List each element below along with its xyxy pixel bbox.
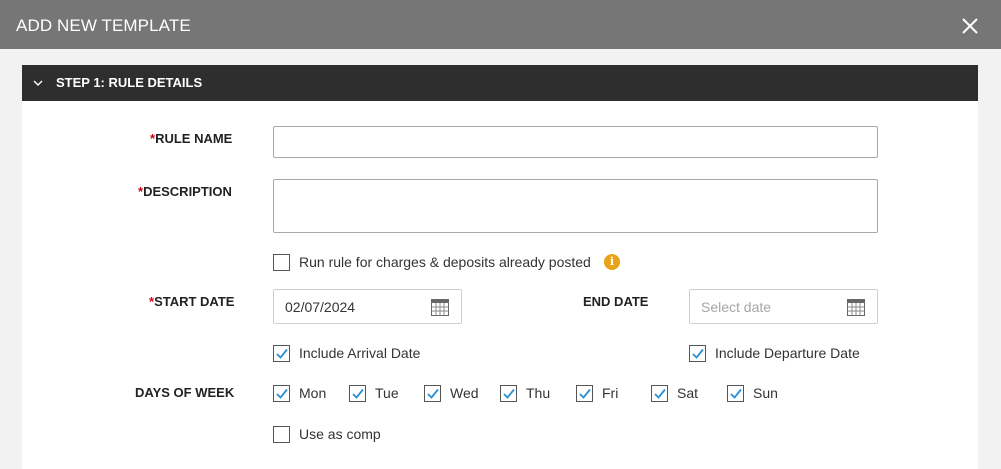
day-sun[interactable]: Sun (727, 384, 778, 402)
day-wed[interactable]: Wed (424, 384, 479, 402)
checkmark-icon (730, 388, 742, 399)
day-tue-checkbox[interactable] (349, 384, 366, 402)
rule-name-input[interactable] (273, 126, 878, 158)
use-as-comp-label: Use as comp (299, 426, 381, 442)
day-sat[interactable]: Sat (651, 384, 698, 402)
use-as-comp-checkbox[interactable] (273, 425, 290, 443)
checkmark-icon (579, 388, 591, 399)
step-1-title: STEP 1: RULE DETAILS (56, 75, 203, 90)
calendar-icon[interactable] (431, 298, 449, 316)
days-of-week-label: DAYS OF WEEK (135, 385, 235, 400)
run-rule-label: Run rule for charges & deposits already … (299, 254, 591, 270)
rule-name-label-text: RULE NAME (155, 131, 233, 146)
modal-title: ADD NEW TEMPLATE (16, 16, 191, 35)
day-thu-checkbox[interactable] (500, 384, 517, 402)
end-date-input[interactable]: Select date (689, 289, 878, 324)
include-arrival-label: Include Arrival Date (299, 345, 421, 361)
description-label: *DESCRIPTION (138, 184, 232, 199)
checkmark-icon (352, 388, 364, 399)
checkmark-icon (503, 388, 515, 399)
description-textarea[interactable] (273, 179, 878, 233)
day-sat-checkbox[interactable] (651, 384, 668, 402)
day-thu-label: Thu (526, 385, 551, 401)
rule-name-label: *RULE NAME (150, 131, 232, 146)
close-icon[interactable] (958, 14, 982, 38)
checkmark-icon (654, 388, 666, 399)
day-sat-label: Sat (677, 385, 699, 401)
start-date-label-text: START DATE (154, 294, 235, 309)
day-fri[interactable]: Fri (576, 384, 618, 402)
day-sun-checkbox[interactable] (727, 384, 744, 402)
use-as-comp-row[interactable]: Use as comp (273, 425, 381, 443)
checkmark-icon (427, 388, 439, 399)
include-departure-label: Include Departure Date (715, 345, 860, 361)
day-mon-label: Mon (299, 385, 327, 401)
day-wed-checkbox[interactable] (424, 384, 441, 402)
end-date-label: END DATE (583, 294, 649, 309)
info-icon[interactable]: i (604, 254, 620, 270)
include-arrival-row[interactable]: Include Arrival Date (273, 344, 420, 362)
include-arrival-checkbox[interactable] (273, 344, 290, 362)
start-date-value: 02/07/2024 (285, 299, 356, 315)
include-departure-checkbox[interactable] (689, 344, 706, 362)
day-mon[interactable]: Mon (273, 384, 326, 402)
day-sun-label: Sun (753, 385, 778, 401)
chevron-down-icon (33, 80, 43, 86)
day-fri-checkbox[interactable] (576, 384, 593, 402)
description-label-text: DESCRIPTION (143, 184, 232, 199)
day-thu[interactable]: Thu (500, 384, 550, 402)
start-date-input[interactable]: 02/07/2024 (273, 289, 462, 324)
day-mon-checkbox[interactable] (273, 384, 290, 402)
step-1-header[interactable]: STEP 1: RULE DETAILS (22, 65, 978, 101)
run-rule-checkbox-row[interactable]: Run rule for charges & deposits already … (273, 253, 591, 271)
start-date-label: *START DATE (149, 294, 234, 309)
include-departure-row[interactable]: Include Departure Date (689, 344, 860, 362)
run-rule-checkbox[interactable] (273, 253, 290, 271)
day-fri-label: Fri (602, 385, 619, 401)
checkmark-icon (276, 348, 288, 359)
end-date-placeholder: Select date (701, 299, 772, 315)
day-wed-label: Wed (450, 385, 479, 401)
day-tue[interactable]: Tue (349, 384, 399, 402)
calendar-icon[interactable] (847, 298, 865, 316)
checkmark-icon (692, 348, 704, 359)
checkmark-icon (276, 388, 288, 399)
day-tue-label: Tue (375, 385, 399, 401)
modal-header: ADD NEW TEMPLATE (0, 0, 1001, 49)
